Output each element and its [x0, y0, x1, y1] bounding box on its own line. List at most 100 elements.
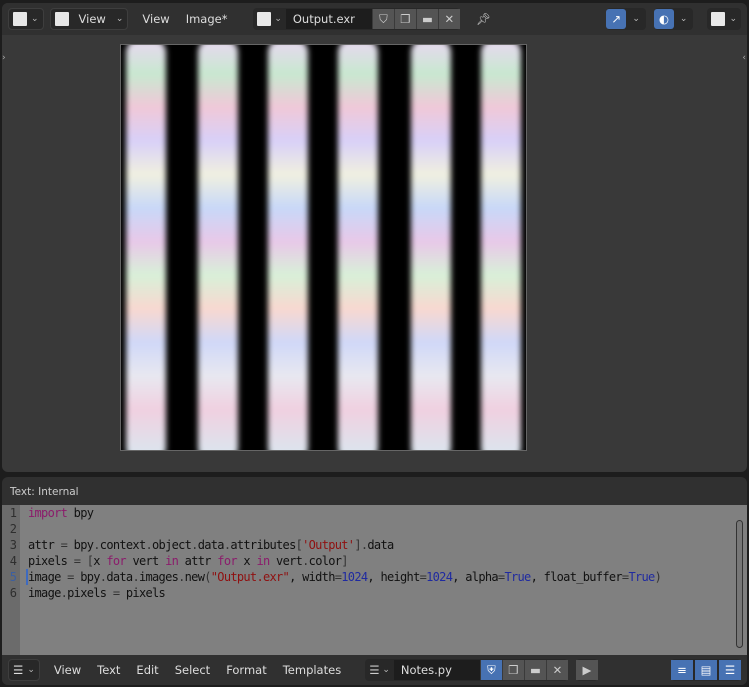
code-token: for — [217, 554, 237, 568]
editor-type-dropdown[interactable]: ☰ ⌄ — [8, 659, 40, 681]
image-editor: ⌄ View ⌄ View Image* ⌄ Output.exr ⛉ ❐ ▬ ✕… — [2, 3, 747, 472]
code-token: vert — [125, 554, 166, 568]
image-editor-header: ⌄ View ⌄ View Image* ⌄ Output.exr ⛉ ❐ ▬ ✕… — [2, 3, 747, 35]
chevron-down-icon: ⌄ — [31, 14, 39, 24]
code-token: bpy — [67, 506, 94, 520]
image-canvas[interactable] — [120, 44, 527, 451]
code-token: True — [504, 570, 531, 584]
display-toggles: ≡ ▤ ☰ — [671, 659, 741, 681]
display-channels-dropdown[interactable]: ⌄ — [707, 8, 741, 30]
line-number-gutter: 1 2 3 4 5 6 — [2, 505, 20, 655]
text-selector: ☰ ⌄ Notes.py ⛨ ❐ ▬ ✕ — [365, 659, 568, 681]
code-token: pixels — [28, 554, 74, 568]
code-token: data — [197, 538, 225, 552]
chevron-down-icon: ⌄ — [729, 14, 737, 24]
scrollbar[interactable] — [736, 520, 743, 648]
text-editor-title: Text: Internal — [10, 486, 79, 498]
code-line: image.pixels = pixels — [28, 585, 661, 601]
code-token: data — [367, 538, 394, 552]
play-icon: ▶ — [575, 660, 598, 680]
code-area[interactable]: 123456 import bpy attr = bpy.context.obje… — [2, 505, 747, 655]
fake-user-button[interactable]: ⛉ — [371, 9, 394, 29]
run-script-button[interactable]: ▶ — [575, 659, 598, 681]
text-icon: ☰ — [369, 663, 380, 677]
image-editor-icon — [13, 12, 27, 26]
code-token: , height — [367, 570, 420, 584]
display-channels-icon — [711, 12, 726, 26]
code-token: bpy — [67, 538, 94, 552]
code-token: attr — [178, 554, 218, 568]
chevron-down-icon: ⌄ — [115, 14, 124, 24]
code-line: import bpy — [28, 505, 661, 521]
word-wrap-icon: ▤ — [700, 663, 712, 677]
menu-image[interactable]: Image* — [178, 12, 236, 26]
code-token: pixels — [67, 586, 113, 600]
editor-type-dropdown[interactable]: ⌄ — [8, 8, 44, 30]
chevron-down-icon: ⌄ — [271, 14, 282, 24]
code-token: , float_buffer — [530, 570, 623, 584]
chevron-down-icon: ⌄ — [679, 14, 688, 24]
code-token: 1024 — [426, 570, 453, 584]
code-token: in — [256, 554, 270, 568]
line-number: 2 — [9, 522, 17, 536]
code-token: image — [28, 586, 61, 600]
text-browse-button[interactable]: ☰ ⌄ — [365, 660, 394, 680]
line-number: 5 — [9, 570, 17, 584]
line-number: 4 — [9, 554, 17, 568]
duplicate-icon: ❐ — [508, 663, 519, 677]
overlay-toggle[interactable]: ◐ ⌄ — [653, 8, 694, 30]
image-stripe — [198, 45, 238, 450]
syntax-highlight-icon: ☰ — [724, 663, 736, 677]
menu-view[interactable]: View — [46, 663, 89, 677]
chevron-down-icon: ⌄ — [379, 665, 390, 675]
image-browse-button[interactable]: ⌄ — [253, 9, 285, 29]
text-name-field[interactable]: Notes.py — [393, 660, 480, 680]
unlink-button[interactable]: ✕ — [437, 9, 460, 29]
syntax-highlight-toggle[interactable]: ☰ — [719, 660, 741, 680]
chevron-down-icon: ⌄ — [632, 14, 640, 24]
pin-button[interactable]: 📌︎ — [472, 9, 495, 29]
line-number: 6 — [9, 586, 17, 600]
fake-user-button[interactable]: ⛨ — [479, 660, 502, 680]
overlay-icon: ◐ — [653, 9, 674, 29]
code-token: images — [138, 570, 179, 584]
menu-templates[interactable]: Templates — [275, 663, 349, 677]
gizmo-icon: ↗ — [606, 9, 627, 29]
mode-label: View — [78, 12, 106, 26]
folder-icon: ▬ — [529, 663, 541, 677]
image-selector: ⌄ Output.exr ⛉ ❐ ▬ ✕ — [253, 8, 460, 30]
code-token: for — [106, 554, 126, 568]
toolbar-toggle-arrow[interactable]: › — [2, 53, 6, 63]
text-editor-footer: ☰ ⌄ View Text Edit Select Format Template… — [2, 655, 747, 685]
code-token: x — [93, 554, 107, 568]
menu-text[interactable]: Text — [89, 663, 128, 677]
code-token: pixels — [119, 586, 166, 600]
line-numbers-toggle[interactable]: ≡ — [671, 660, 693, 680]
duplicate-button[interactable]: ❐ — [393, 9, 416, 29]
folder-icon: ▬ — [421, 12, 433, 26]
gizmo-toggle[interactable]: ↗ ⌄ — [606, 8, 646, 30]
code-token: color — [308, 554, 342, 568]
menu-view[interactable]: View — [134, 12, 177, 26]
image-stripe — [411, 45, 451, 450]
menu-select[interactable]: Select — [167, 663, 218, 677]
pin-icon: 📌︎ — [475, 12, 491, 26]
open-image-button[interactable]: ▬ — [415, 9, 438, 29]
code-line: attr = bpy.context.object.data.attribute… — [28, 537, 661, 553]
code-token: in — [165, 554, 179, 568]
mode-dropdown[interactable]: View ⌄ — [49, 8, 129, 30]
sidebar-toggle-arrow[interactable]: ‹ — [742, 53, 746, 63]
chevron-down-icon: ⌄ — [27, 665, 35, 675]
menu-edit[interactable]: Edit — [128, 663, 166, 677]
code-token: True — [628, 570, 655, 584]
duplicate-button[interactable]: ❐ — [501, 660, 524, 680]
word-wrap-toggle[interactable]: ▤ — [695, 660, 717, 680]
menu-format[interactable]: Format — [218, 663, 275, 677]
image-name-field[interactable]: Output.exr — [285, 9, 372, 29]
code-token: attr — [28, 538, 61, 552]
unlink-button[interactable]: ✕ — [545, 660, 568, 680]
open-text-button[interactable]: ▬ — [523, 660, 546, 680]
line-number: 3 — [9, 538, 17, 552]
code-line: image = bpy.data.images.new("Output.exr"… — [28, 569, 662, 585]
